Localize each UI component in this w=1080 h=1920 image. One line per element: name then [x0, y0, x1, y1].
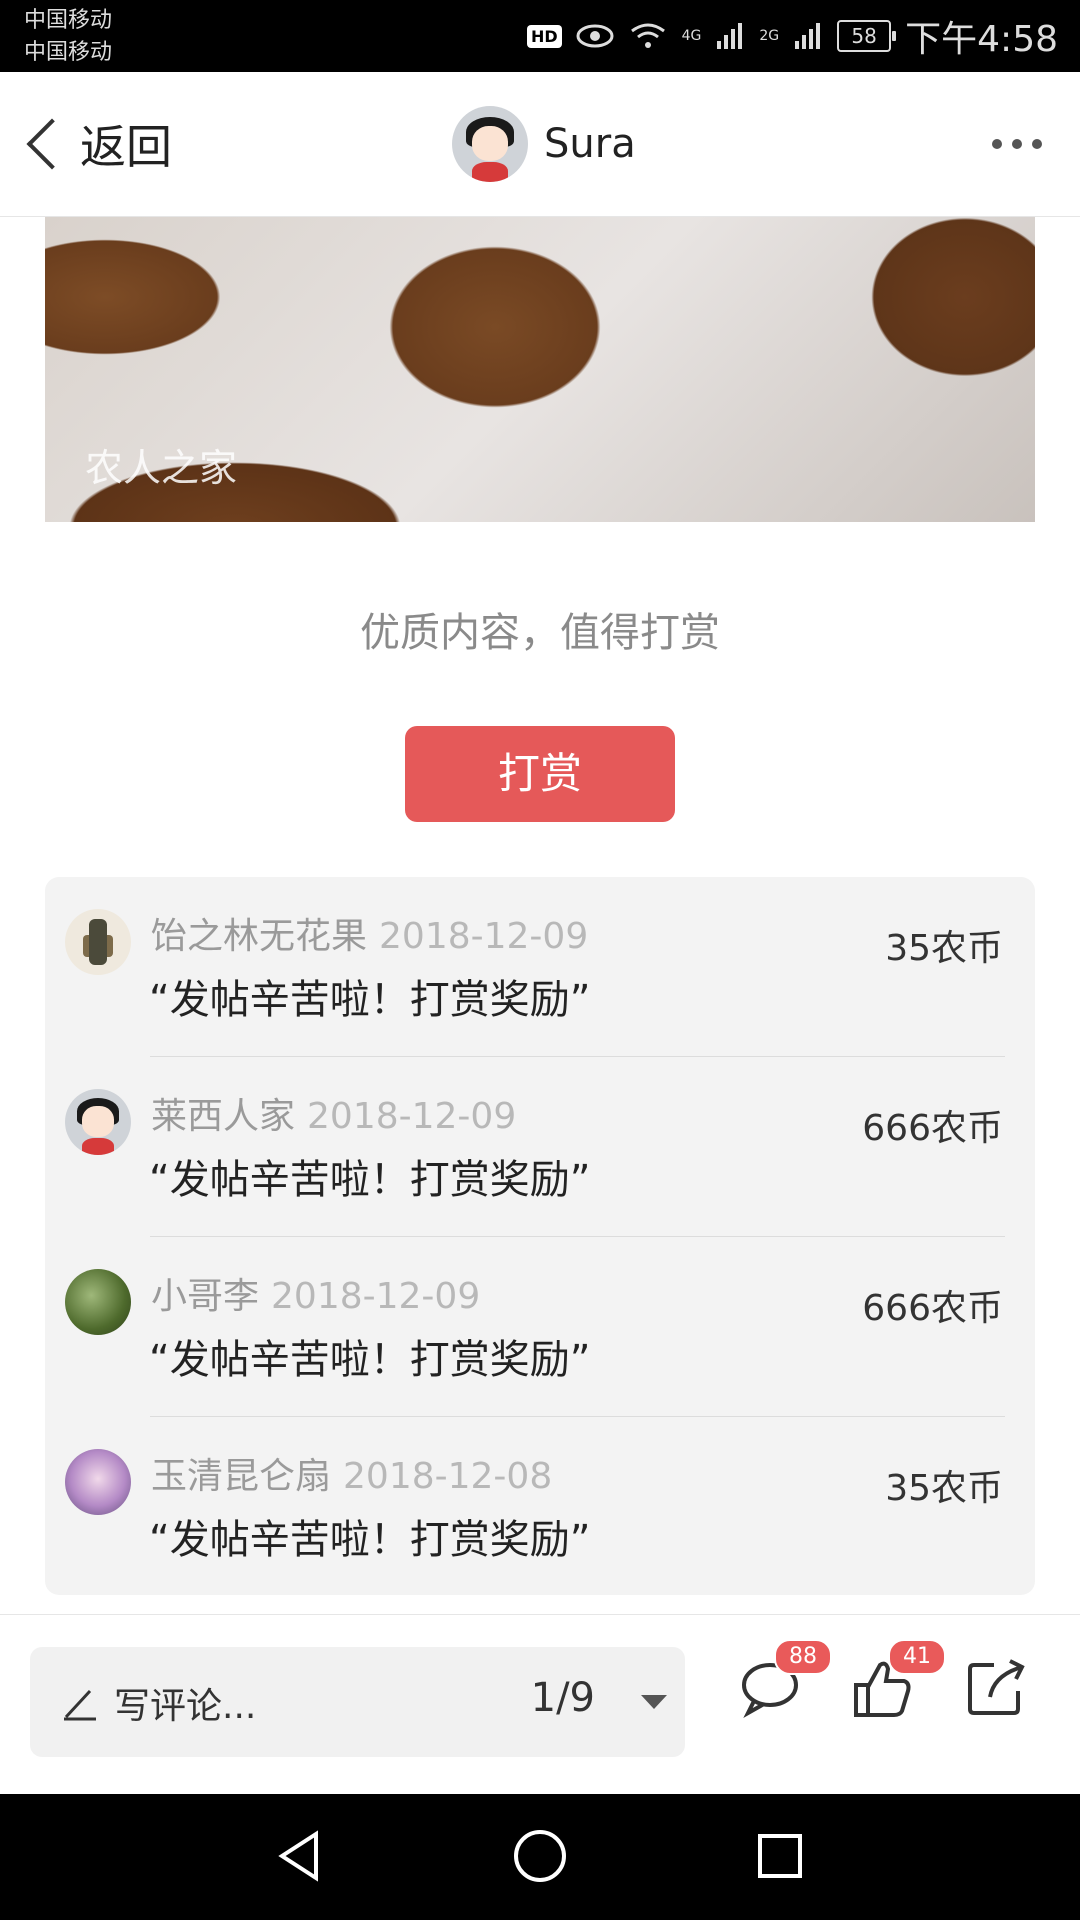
- avatar: [65, 1269, 131, 1335]
- chevron-left-icon: [26, 118, 78, 170]
- reward-amount: 35农币: [885, 928, 1003, 969]
- comment-input[interactable]: 写评论... 1/9: [30, 1647, 685, 1757]
- avatar: [452, 106, 528, 182]
- reward-prompt: 优质内容，值得打赏: [360, 610, 720, 656]
- reward-date: 2018-12-08: [343, 1456, 553, 1497]
- hd-icon: HD: [526, 24, 562, 48]
- rewarder-name: 玉清昆仑扇: [151, 1456, 332, 1497]
- author-info[interactable]: Sura: [452, 106, 636, 182]
- carrier-label-1: 中国移动: [24, 8, 113, 33]
- reward-date: 2018-12-09: [271, 1276, 481, 1317]
- back-triangle-icon[interactable]: [270, 1826, 330, 1886]
- reward-amount: 35农币: [885, 1468, 1003, 1509]
- pencil-icon: [64, 1689, 96, 1721]
- status-bar: 中国移动 中国移动 HD 4G 2G 58 下午4:58: [0, 0, 1080, 72]
- list-item[interactable]: 小哥李 2018-12-09 “发帖辛苦啦！打赏奖励” 666农币: [45, 1237, 1035, 1417]
- comment-count-badge: 88: [774, 1639, 832, 1675]
- eye-icon: [576, 24, 614, 48]
- more-options-icon[interactable]: [992, 132, 1042, 156]
- avatar: [65, 909, 131, 975]
- bottom-action-bar: 写评论... 1/9 88 41: [0, 1614, 1080, 1795]
- reward-list: 饴之林无花果 2018-12-09 “发帖辛苦啦！打赏奖励” 35农币 莱西人家 2…: [45, 877, 1035, 1595]
- avatar: [65, 1089, 131, 1155]
- post-image[interactable]: 农人之家: [45, 217, 1035, 522]
- recents-square-icon[interactable]: [750, 1826, 810, 1886]
- reward-amount: 666农币: [862, 1108, 1003, 1149]
- carrier-label-2: 中国移动: [24, 40, 113, 65]
- top-nav-bar: 返回 Sura: [0, 72, 1080, 217]
- caret-down-icon[interactable]: [641, 1695, 667, 1709]
- network-4g-label: 4G: [681, 28, 702, 44]
- list-item[interactable]: 饴之林无花果 2018-12-09 “发帖辛苦啦！打赏奖励” 35农币: [45, 877, 1035, 1057]
- reward-message: “发帖辛苦啦！打赏奖励”: [149, 977, 591, 1023]
- list-item[interactable]: 玉清昆仑扇 2018-12-08 “发帖辛苦啦！打赏奖励” 35农币: [45, 1417, 1035, 1597]
- reward-message: “发帖辛苦啦！打赏奖励”: [149, 1517, 591, 1563]
- back-button[interactable]: 返回: [20, 110, 172, 178]
- clock: 下午4:58: [905, 19, 1058, 60]
- like-button[interactable]: 41: [848, 1639, 946, 1725]
- share-icon: [968, 1659, 1025, 1715]
- reward-amount: 666农币: [862, 1288, 1003, 1329]
- reward-date: 2018-12-09: [379, 916, 589, 957]
- network-2g-label: 2G: [759, 28, 780, 44]
- rewarder-name: 饴之林无花果: [151, 916, 368, 957]
- reward-message: “发帖辛苦啦！打赏奖励”: [149, 1337, 591, 1383]
- reward-date: 2018-12-09: [307, 1096, 517, 1137]
- reward-message: “发帖辛苦啦！打赏奖励”: [149, 1157, 591, 1203]
- image-watermark: 农人之家: [85, 446, 238, 490]
- back-label: 返回: [80, 120, 172, 174]
- like-count-badge: 41: [888, 1639, 946, 1675]
- reward-button[interactable]: 打赏: [405, 726, 675, 822]
- system-nav-bar: [0, 1794, 1080, 1920]
- wifi-icon: [630, 23, 665, 48]
- signal-icon: [795, 23, 821, 49]
- home-circle-icon[interactable]: [510, 1826, 570, 1886]
- page-indicator[interactable]: 1/9: [531, 1675, 595, 1721]
- rewarder-name: 莱西人家: [151, 1096, 296, 1137]
- comment-placeholder: 写评论...: [114, 1686, 257, 1727]
- list-item[interactable]: 莱西人家 2018-12-09 “发帖辛苦啦！打赏奖励” 666农币: [45, 1057, 1035, 1237]
- avatar: [65, 1449, 131, 1515]
- rewarder-name: 小哥李: [151, 1276, 260, 1317]
- battery-icon: 58: [837, 20, 897, 52]
- signal-icon: [717, 23, 743, 49]
- comment-button[interactable]: 88: [734, 1639, 832, 1725]
- status-icons: HD 4G 2G 58 下午4:58: [526, 12, 1058, 60]
- share-button[interactable]: [960, 1653, 1032, 1725]
- author-name: Sura: [544, 121, 636, 167]
